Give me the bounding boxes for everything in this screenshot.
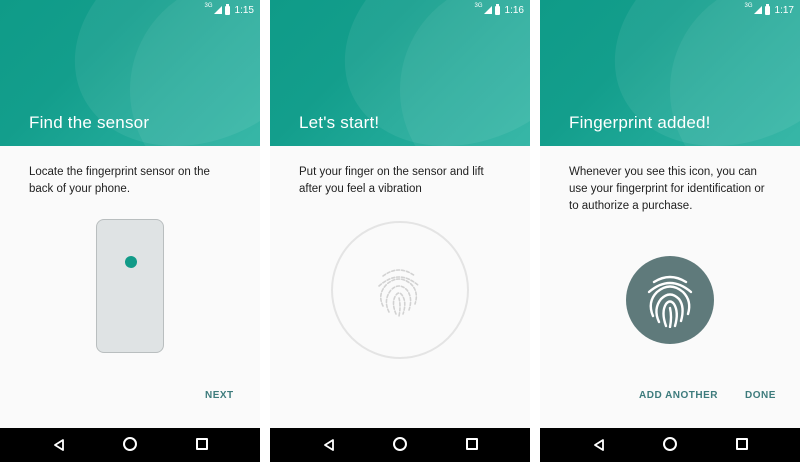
- add-another-button[interactable]: ADD ANOTHER: [639, 390, 718, 401]
- battery-icon: [224, 3, 230, 15]
- battery-icon: [764, 3, 770, 15]
- page-title: Find the sensor: [29, 113, 150, 132]
- fingerprint-badge: [626, 256, 714, 344]
- status-bar: 3G 1:15: [205, 3, 254, 17]
- recents-icon[interactable]: [736, 438, 748, 450]
- status-time: 1:16: [504, 4, 524, 16]
- signal-icon: [483, 6, 492, 14]
- recents-icon[interactable]: [466, 438, 478, 450]
- signal-icon: [753, 6, 762, 14]
- status-time: 1:15: [234, 4, 254, 16]
- instruction-text: Locate the fingerprint sensor on the bac…: [29, 166, 210, 195]
- battery-icon: [494, 3, 500, 15]
- next-button[interactable]: NEXT: [205, 390, 234, 401]
- recents-icon[interactable]: [196, 438, 208, 450]
- navigation-bar: [0, 428, 260, 462]
- header: 3G 1:15 Find the sensor: [0, 0, 260, 146]
- header: 3G 1:17 Fingerprint added!: [540, 0, 800, 146]
- navigation-bar: [270, 428, 530, 462]
- navigation-bar: [540, 428, 800, 462]
- back-icon[interactable]: [53, 439, 65, 451]
- sensor-dot: [125, 256, 137, 268]
- signal-icon: [213, 6, 222, 14]
- fingerprint-icon: [647, 275, 693, 328]
- status-bar: 3G 1:16: [475, 3, 524, 17]
- done-button[interactable]: DONE: [745, 390, 776, 401]
- header: 3G 1:16 Let's start!: [270, 0, 530, 146]
- instruction-text: Put your finger on the sensor and lift a…: [299, 166, 484, 195]
- home-icon[interactable]: [393, 437, 407, 451]
- back-icon[interactable]: [593, 439, 605, 451]
- network-type: 3G: [744, 3, 753, 9]
- page-title: Let's start!: [299, 113, 380, 132]
- home-icon[interactable]: [123, 437, 137, 451]
- screen-find-sensor: 3G 1:15 Find the sensor Locate the finge…: [0, 0, 260, 462]
- status-time: 1:17: [774, 4, 794, 16]
- network-type: 3G: [474, 3, 483, 9]
- screen-lets-start: 3G 1:16 Let's start! Put your finger on …: [270, 0, 530, 462]
- page-title: Fingerprint added!: [569, 113, 711, 132]
- instruction-text: Whenever you see this icon, you can use …: [569, 166, 765, 212]
- screen-fingerprint-added: 3G 1:17 Fingerprint added! Whenever you …: [540, 0, 800, 462]
- back-icon[interactable]: [323, 439, 335, 451]
- phone-back-illustration: [96, 219, 164, 353]
- fingerprint-icon: [378, 269, 420, 317]
- home-icon[interactable]: [663, 437, 677, 451]
- network-type: 3G: [204, 3, 213, 9]
- status-bar: 3G 1:17: [745, 3, 794, 17]
